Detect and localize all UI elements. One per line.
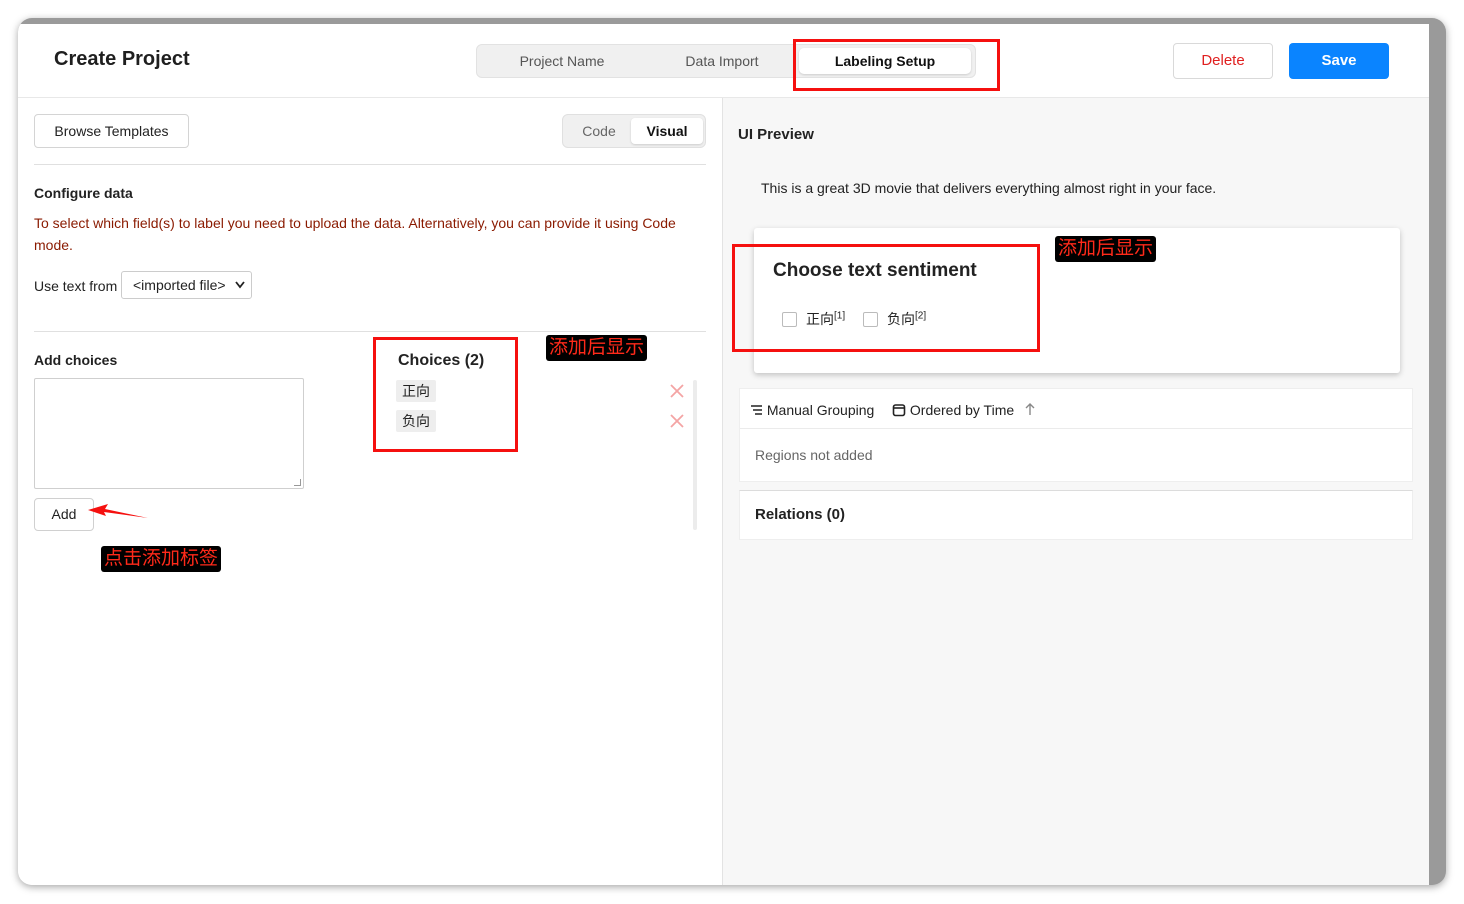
choices-textarea[interactable]	[34, 378, 304, 489]
sample-text: This is a great 3D movie that delivers e…	[761, 180, 1217, 196]
tab-data-import[interactable]: Data Import	[662, 45, 782, 77]
code-tab[interactable]: Code	[573, 115, 625, 147]
preview-title: UI Preview	[738, 126, 814, 143]
save-button[interactable]: Save	[1289, 43, 1389, 79]
visual-tab[interactable]: Visual	[631, 118, 703, 144]
preview-panel: UI Preview This is a great 3D movie that…	[723, 98, 1429, 885]
text-source-select[interactable]: <imported file>	[121, 271, 252, 299]
config-panel: Browse Templates Code Visual Configure d…	[18, 98, 722, 885]
add-button[interactable]: Add	[34, 498, 94, 531]
manual-grouping-label: Manual Grouping	[766, 402, 875, 418]
arrow-icon	[88, 504, 148, 518]
regions-panel: Manual Grouping Ordered by Time Regions …	[739, 388, 1413, 482]
warning-text: To select which field(s) to label you ne…	[34, 215, 676, 253]
chevron-down-icon	[235, 272, 245, 308]
annotation-box	[793, 39, 1000, 91]
list-icon	[751, 405, 762, 415]
select-value: <imported file>	[133, 277, 226, 293]
ordered-by-time-label: Ordered by Time	[909, 402, 1015, 418]
manual-grouping-button[interactable]: Manual Grouping	[750, 402, 874, 418]
annotation-label: 点击添加标签	[101, 546, 222, 572]
annotation-box	[373, 337, 518, 452]
header: Create Project Project Name Data Import …	[18, 24, 1429, 98]
calendar-icon	[892, 404, 906, 417]
app-window: Create Project Project Name Data Import …	[18, 24, 1429, 885]
arrow-up-icon[interactable]	[1024, 402, 1036, 416]
remove-choice-icon[interactable]	[669, 383, 685, 399]
divider	[34, 331, 706, 332]
add-choices-title: Add choices	[34, 352, 118, 368]
page-title: Create Project	[54, 48, 190, 70]
relations-title[interactable]: Relations (0)	[755, 506, 845, 523]
ordered-by-time-button[interactable]: Ordered by Time	[892, 402, 1014, 418]
divider	[740, 428, 1412, 429]
regions-empty-text: Regions not added	[755, 447, 873, 463]
delete-button[interactable]: Delete	[1173, 43, 1273, 79]
tab-project-name[interactable]: Project Name	[502, 45, 622, 77]
remove-choice-icon[interactable]	[669, 413, 685, 429]
scrollbar[interactable]	[693, 380, 697, 530]
annotation-label: 添加后显示	[1055, 236, 1157, 262]
browse-templates-button[interactable]: Browse Templates	[34, 114, 189, 148]
annotation-box	[732, 244, 1040, 352]
relations-panel: Relations (0)	[739, 490, 1413, 540]
divider	[34, 164, 706, 165]
use-text-label: Use text from	[34, 278, 118, 294]
annotation-label: 添加后显示	[546, 335, 648, 361]
window-frame: Create Project Project Name Data Import …	[18, 18, 1446, 885]
configure-data-title: Configure data	[34, 185, 133, 201]
view-toggle: Code Visual	[562, 114, 706, 148]
